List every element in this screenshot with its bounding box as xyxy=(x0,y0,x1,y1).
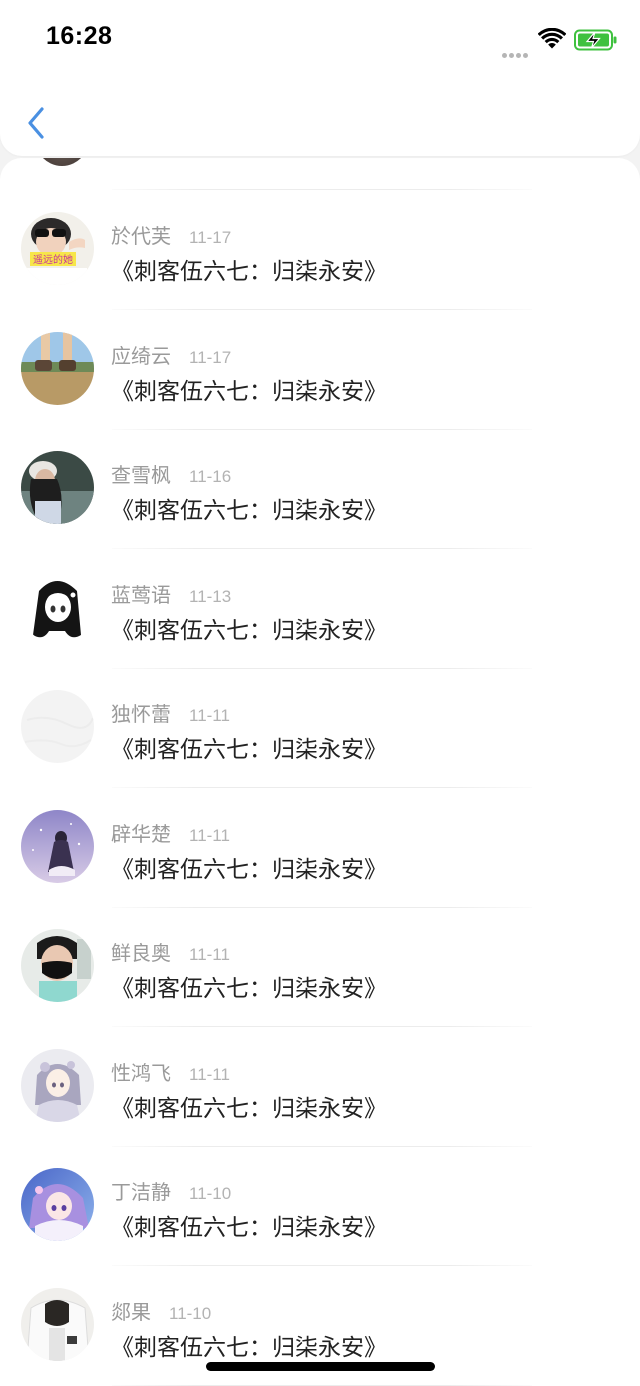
divider xyxy=(112,1026,532,1027)
comment-header: 性鸿飞 11-11 xyxy=(111,1057,230,1086)
comment-text: 《刺客伍六七：归柒永安》 xyxy=(111,857,387,883)
comment-date: 11-11 xyxy=(189,945,230,964)
comment-header: 丁洁静 11-10 xyxy=(111,1176,232,1205)
user-name[interactable]: 於代芙 xyxy=(111,220,171,249)
comment-date: 11-13 xyxy=(189,587,232,606)
comment-date: 11-11 xyxy=(189,1065,230,1084)
comment-text: 《刺客伍六七：归柒永安》 xyxy=(111,618,387,644)
app-screen: 16:28 遥远的她 於代芙 11-17 《刺客伍六七：归柒永安》 应绮云 11-17 《刺… xyxy=(0,0,640,1386)
user-name[interactable]: 查雪枫 xyxy=(111,459,171,488)
back-button[interactable] xyxy=(18,102,54,144)
divider xyxy=(112,787,532,788)
comment-text: 《刺客伍六七：归柒永安》 xyxy=(111,379,387,405)
user-avatar[interactable] xyxy=(21,1049,94,1122)
user-name[interactable]: 蓝莺语 xyxy=(111,579,171,608)
comment-text: 《刺客伍六七：归柒永安》 xyxy=(111,976,387,1002)
comment-header: 蓝莺语 11-13 xyxy=(111,579,232,608)
comment-date: 11-10 xyxy=(189,1184,232,1203)
comment-text: 《刺客伍六七：归柒永安》 xyxy=(111,1335,387,1361)
comment-list-panel: 遥远的她 於代芙 11-17 《刺客伍六七：归柒永安》 应绮云 11-17 《刺客伍六七：归… xyxy=(0,158,640,1386)
divider xyxy=(112,1146,532,1147)
comment-text: 《刺客伍六七：归柒永安》 xyxy=(111,498,387,524)
comment-date: 11-11 xyxy=(189,706,230,725)
comment-list-item[interactable]: 独怀蕾 11-11 《刺客伍六七：归柒永安》 xyxy=(0,676,640,795)
user-name[interactable]: 鲜良奥 xyxy=(111,937,171,966)
comment-text: 《刺客伍六七：归柒永安》 xyxy=(111,737,387,763)
comment-header: 应绮云 11-17 xyxy=(111,340,232,369)
divider xyxy=(112,1265,532,1266)
top-bar: 16:28 xyxy=(0,0,640,156)
divider xyxy=(112,668,532,669)
comment-header: 郯果 11-10 xyxy=(111,1296,212,1325)
user-avatar[interactable] xyxy=(21,929,94,1002)
wifi-icon xyxy=(538,28,566,49)
comment-list-item[interactable]: 查雪枫 11-16 《刺客伍六七：归柒永安》 xyxy=(0,437,640,556)
comment-header: 辟华楚 11-11 xyxy=(111,818,230,847)
comment-text: 《刺客伍六七：归柒永安》 xyxy=(111,259,387,285)
avatar xyxy=(32,158,92,166)
divider xyxy=(112,429,532,430)
comment-list-item[interactable]: 性鸿飞 11-11 《刺客伍六七：归柒永安》 xyxy=(0,1035,640,1154)
comment-date: 11-17 xyxy=(189,348,232,367)
status-time: 16:28 xyxy=(46,22,113,50)
divider xyxy=(112,907,532,908)
comment-text: 《刺客伍六七：归柒永安》 xyxy=(111,1215,387,1241)
comment-header: 鲜良奥 11-11 xyxy=(111,937,230,966)
divider xyxy=(112,548,532,549)
comment-text: 《刺客伍六七：归柒永安》 xyxy=(111,1096,387,1122)
user-avatar[interactable] xyxy=(21,1168,94,1241)
user-name[interactable]: 独怀蕾 xyxy=(111,698,171,727)
user-avatar[interactable] xyxy=(21,332,94,405)
comment-list-item[interactable]: 应绮云 11-17 《刺客伍六七：归柒永安》 xyxy=(0,318,640,437)
comment-header: 查雪枫 11-16 xyxy=(111,459,232,488)
user-name[interactable]: 郯果 xyxy=(111,1296,151,1325)
avatar-caption: 遥远的她 xyxy=(33,253,73,266)
comment-list-item[interactable]: 蓝莺语 11-13 《刺客伍六七：归柒永安》 xyxy=(0,557,640,676)
comment-list-item[interactable]: 丁洁静 11-10 《刺客伍六七：归柒永安》 xyxy=(0,1154,640,1273)
user-avatar[interactable]: 遥远的她 xyxy=(21,212,94,285)
user-avatar[interactable] xyxy=(21,451,94,524)
comment-date: 11-16 xyxy=(189,467,232,486)
battery-charging-icon xyxy=(574,29,617,51)
user-avatar[interactable] xyxy=(21,571,94,644)
comment-list-item[interactable]: 辟华楚 11-11 《刺客伍六七：归柒永安》 xyxy=(0,796,640,915)
comment-header: 於代芙 11-17 xyxy=(111,220,232,249)
user-name[interactable]: 性鸿飞 xyxy=(111,1057,171,1086)
divider xyxy=(112,189,532,190)
comment-list-item[interactable]: 遥远的她 於代芙 11-17 《刺客伍六七：归柒永安》 xyxy=(0,198,640,317)
user-avatar[interactable] xyxy=(21,690,94,763)
cellular-signal-icon xyxy=(502,43,532,58)
user-name[interactable]: 辟华楚 xyxy=(111,818,171,847)
comment-date: 11-17 xyxy=(189,228,232,247)
comment-date: 11-11 xyxy=(189,826,230,845)
user-avatar[interactable] xyxy=(21,1288,94,1361)
divider xyxy=(112,309,532,310)
user-name[interactable]: 应绮云 xyxy=(111,340,171,369)
user-name[interactable]: 丁洁静 xyxy=(111,1176,171,1205)
comment-date: 11-10 xyxy=(169,1304,212,1323)
comment-header: 独怀蕾 11-11 xyxy=(111,698,230,727)
comment-list-item[interactable]: 鲜良奥 11-11 《刺客伍六七：归柒永安》 xyxy=(0,915,640,1034)
chevron-left-icon xyxy=(28,107,44,139)
home-indicator[interactable] xyxy=(206,1362,435,1371)
user-avatar[interactable] xyxy=(21,810,94,883)
